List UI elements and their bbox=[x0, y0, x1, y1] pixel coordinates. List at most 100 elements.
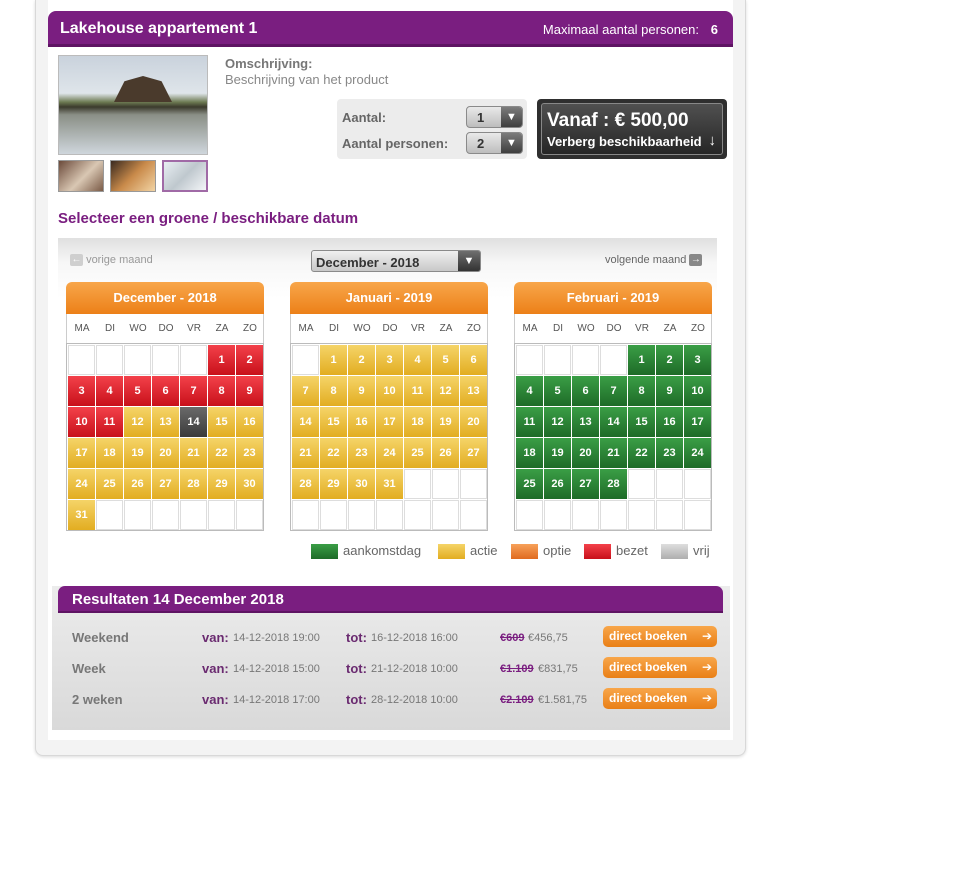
day-cell[interactable]: 14 bbox=[292, 407, 319, 437]
day-cell[interactable]: 8 bbox=[320, 376, 347, 406]
day-cell[interactable]: 21 bbox=[600, 438, 627, 468]
day-cell[interactable]: 20 bbox=[572, 438, 599, 468]
month-select[interactable]: December - 2018 ▼ bbox=[311, 250, 481, 272]
day-cell[interactable]: 20 bbox=[460, 407, 487, 437]
day-cell[interactable]: 15 bbox=[628, 407, 655, 437]
day-cell[interactable]: 26 bbox=[124, 469, 151, 499]
day-cell[interactable]: 10 bbox=[68, 407, 95, 437]
day-cell[interactable]: 30 bbox=[236, 469, 263, 499]
day-cell[interactable]: 6 bbox=[572, 376, 599, 406]
day-cell[interactable]: 16 bbox=[348, 407, 375, 437]
day-cell[interactable]: 28 bbox=[292, 469, 319, 499]
day-cell[interactable]: 7 bbox=[180, 376, 207, 406]
day-cell[interactable]: 17 bbox=[376, 407, 403, 437]
thumbnail-2[interactable] bbox=[110, 160, 156, 192]
day-cell[interactable]: 9 bbox=[656, 376, 683, 406]
day-cell[interactable]: 12 bbox=[124, 407, 151, 437]
day-cell[interactable]: 29 bbox=[208, 469, 235, 499]
day-cell[interactable]: 1 bbox=[628, 345, 655, 375]
day-cell[interactable]: 21 bbox=[292, 438, 319, 468]
day-cell[interactable]: 14 bbox=[600, 407, 627, 437]
day-cell[interactable]: 31 bbox=[376, 469, 403, 499]
day-cell[interactable]: 24 bbox=[376, 438, 403, 468]
day-cell[interactable]: 27 bbox=[572, 469, 599, 499]
day-cell[interactable]: 4 bbox=[516, 376, 543, 406]
day-cell[interactable]: 24 bbox=[684, 438, 711, 468]
thumbnail-3[interactable] bbox=[162, 160, 208, 192]
day-cell[interactable]: 24 bbox=[68, 469, 95, 499]
day-cell[interactable]: 10 bbox=[684, 376, 711, 406]
day-cell[interactable]: 18 bbox=[404, 407, 431, 437]
day-cell[interactable]: 25 bbox=[404, 438, 431, 468]
day-cell[interactable]: 2 bbox=[656, 345, 683, 375]
thumbnail-1[interactable] bbox=[58, 160, 104, 192]
day-cell[interactable]: 13 bbox=[460, 376, 487, 406]
day-cell[interactable]: 5 bbox=[432, 345, 459, 375]
day-cell[interactable]: 6 bbox=[460, 345, 487, 375]
day-cell[interactable]: 13 bbox=[572, 407, 599, 437]
day-cell[interactable]: 1 bbox=[208, 345, 235, 375]
day-cell[interactable]: 6 bbox=[152, 376, 179, 406]
day-cell[interactable]: 23 bbox=[348, 438, 375, 468]
day-cell[interactable]: 3 bbox=[68, 376, 95, 406]
availability-toggle-button[interactable]: Vanaf : € 500,00 Verberg beschikbaarheid… bbox=[537, 99, 727, 159]
book-now-button[interactable]: direct boeken ➔ bbox=[603, 688, 717, 709]
day-cell[interactable]: 3 bbox=[684, 345, 711, 375]
day-cell[interactable]: 8 bbox=[208, 376, 235, 406]
day-cell[interactable]: 22 bbox=[208, 438, 235, 468]
day-cell[interactable]: 4 bbox=[96, 376, 123, 406]
day-cell[interactable]: 28 bbox=[180, 469, 207, 499]
day-cell[interactable]: 23 bbox=[236, 438, 263, 468]
day-cell[interactable]: 9 bbox=[236, 376, 263, 406]
day-cell[interactable]: 5 bbox=[544, 376, 571, 406]
book-now-button[interactable]: direct boeken ➔ bbox=[603, 657, 717, 678]
day-cell[interactable]: 8 bbox=[628, 376, 655, 406]
day-cell[interactable]: 15 bbox=[320, 407, 347, 437]
day-cell[interactable]: 30 bbox=[348, 469, 375, 499]
day-cell[interactable]: 1 bbox=[320, 345, 347, 375]
day-cell[interactable]: 27 bbox=[152, 469, 179, 499]
next-month-link[interactable]: volgende maand → bbox=[605, 254, 703, 267]
day-cell[interactable]: 12 bbox=[544, 407, 571, 437]
day-cell[interactable]: 22 bbox=[320, 438, 347, 468]
book-now-button[interactable]: direct boeken ➔ bbox=[603, 626, 717, 647]
day-cell[interactable]: 11 bbox=[404, 376, 431, 406]
day-cell[interactable]: 22 bbox=[628, 438, 655, 468]
day-cell[interactable]: 21 bbox=[180, 438, 207, 468]
day-cell[interactable]: 10 bbox=[376, 376, 403, 406]
day-cell[interactable]: 12 bbox=[432, 376, 459, 406]
day-cell[interactable]: 11 bbox=[96, 407, 123, 437]
day-cell[interactable]: 27 bbox=[460, 438, 487, 468]
day-cell[interactable]: 18 bbox=[516, 438, 543, 468]
day-cell[interactable]: 25 bbox=[96, 469, 123, 499]
day-cell[interactable]: 28 bbox=[600, 469, 627, 499]
day-cell[interactable]: 31 bbox=[68, 500, 95, 530]
day-cell[interactable]: 15 bbox=[208, 407, 235, 437]
day-cell[interactable]: 3 bbox=[376, 345, 403, 375]
day-cell[interactable]: 5 bbox=[124, 376, 151, 406]
day-cell[interactable]: 19 bbox=[432, 407, 459, 437]
day-cell[interactable]: 2 bbox=[236, 345, 263, 375]
day-cell[interactable]: 16 bbox=[656, 407, 683, 437]
prev-month-link[interactable]: ← vorige maand bbox=[70, 254, 153, 267]
day-cell[interactable]: 20 bbox=[152, 438, 179, 468]
day-cell[interactable]: 13 bbox=[152, 407, 179, 437]
day-cell[interactable]: 9 bbox=[348, 376, 375, 406]
day-cell[interactable]: 19 bbox=[544, 438, 571, 468]
day-cell[interactable]: 2 bbox=[348, 345, 375, 375]
aantal-select[interactable]: 1 ▼ bbox=[466, 106, 523, 128]
day-cell[interactable]: 17 bbox=[68, 438, 95, 468]
main-photo[interactable] bbox=[58, 55, 208, 155]
day-cell[interactable]: 7 bbox=[292, 376, 319, 406]
day-cell[interactable]: 25 bbox=[516, 469, 543, 499]
day-cell[interactable]: 18 bbox=[96, 438, 123, 468]
day-cell[interactable]: 17 bbox=[684, 407, 711, 437]
day-cell[interactable]: 29 bbox=[320, 469, 347, 499]
day-cell[interactable]: 4 bbox=[404, 345, 431, 375]
day-cell[interactable]: 26 bbox=[432, 438, 459, 468]
day-cell[interactable]: 7 bbox=[600, 376, 627, 406]
day-cell[interactable]: 16 bbox=[236, 407, 263, 437]
day-cell[interactable]: 23 bbox=[656, 438, 683, 468]
day-cell[interactable]: 19 bbox=[124, 438, 151, 468]
day-cell[interactable]: 14 bbox=[180, 407, 207, 437]
